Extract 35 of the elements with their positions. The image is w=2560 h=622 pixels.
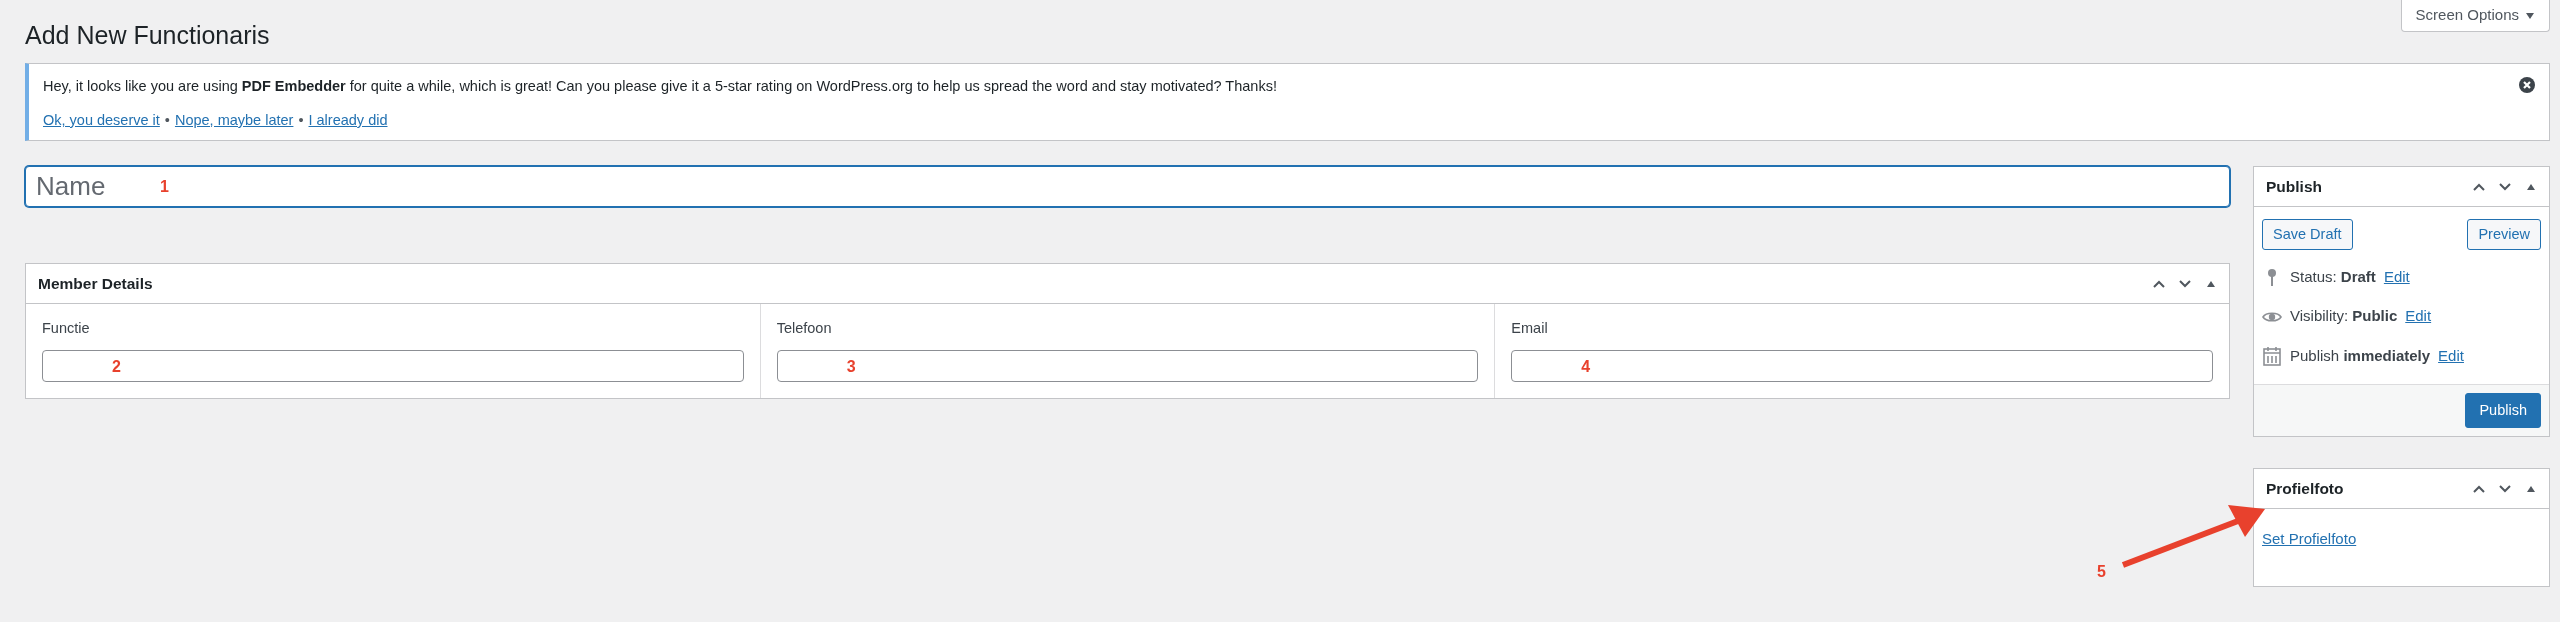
annotation-number: 2 — [112, 356, 121, 377]
field-label: Functie — [42, 319, 91, 338]
edit-link[interactable]: Edit — [2405, 305, 2432, 328]
status-text: Visibility: Public — [2290, 306, 2398, 327]
input-field[interactable] — [42, 349, 744, 382]
edit-link[interactable]: Edit — [2383, 265, 2410, 289]
input-field[interactable] — [1511, 349, 2213, 382]
field-label: Telefoon — [776, 319, 833, 338]
edit-link[interactable]: Edit — [2438, 344, 2464, 368]
notice-message: Hey, it looks like you are using PDF Embedder for quite a while, which is great! Can you please give it a 5-star rating on WordPress.org to help us spread the word and stay motivated? Thanks! — [43, 77, 1277, 96]
separator-dot: • — [164, 111, 170, 128]
page-title: Add New Functionaris — [25, 20, 270, 50]
notice-link[interactable]: Nope, maybe later — [174, 111, 294, 128]
input-field[interactable] — [776, 349, 1479, 382]
calendar-icon — [2262, 346, 2282, 367]
status-text: Publish immediately — [2290, 345, 2431, 366]
status-text: Status: Draft — [2290, 266, 2376, 287]
annotation-number: 1 — [160, 177, 169, 197]
field-label: Email — [1511, 319, 1549, 338]
box-title: Publish — [2266, 176, 2323, 197]
publish-button[interactable]: Publish — [2465, 393, 2541, 429]
separator-dot: • — [298, 111, 304, 128]
caret-icon — [2525, 12, 2535, 21]
save-draft-button[interactable]: Save Draft — [2262, 219, 2353, 250]
annotation-number: 5 — [2097, 562, 2106, 582]
dismiss-icon[interactable] — [2519, 77, 2535, 93]
preview-button[interactable]: Preview — [2467, 219, 2541, 250]
annotation-number: 4 — [1581, 356, 1591, 377]
notice-link[interactable]: I already did — [308, 111, 388, 128]
box-title: Profielfoto — [2266, 479, 2345, 500]
screen-options-button[interactable]: Screen Options — [2400, 0, 2550, 32]
set-profile-photo-link[interactable]: Set Profielfoto — [2262, 530, 2357, 548]
box-title: Member Details — [38, 273, 154, 294]
notice-link[interactable]: Ok, you deserve it — [43, 111, 160, 128]
annotation-number: 3 — [846, 356, 856, 377]
